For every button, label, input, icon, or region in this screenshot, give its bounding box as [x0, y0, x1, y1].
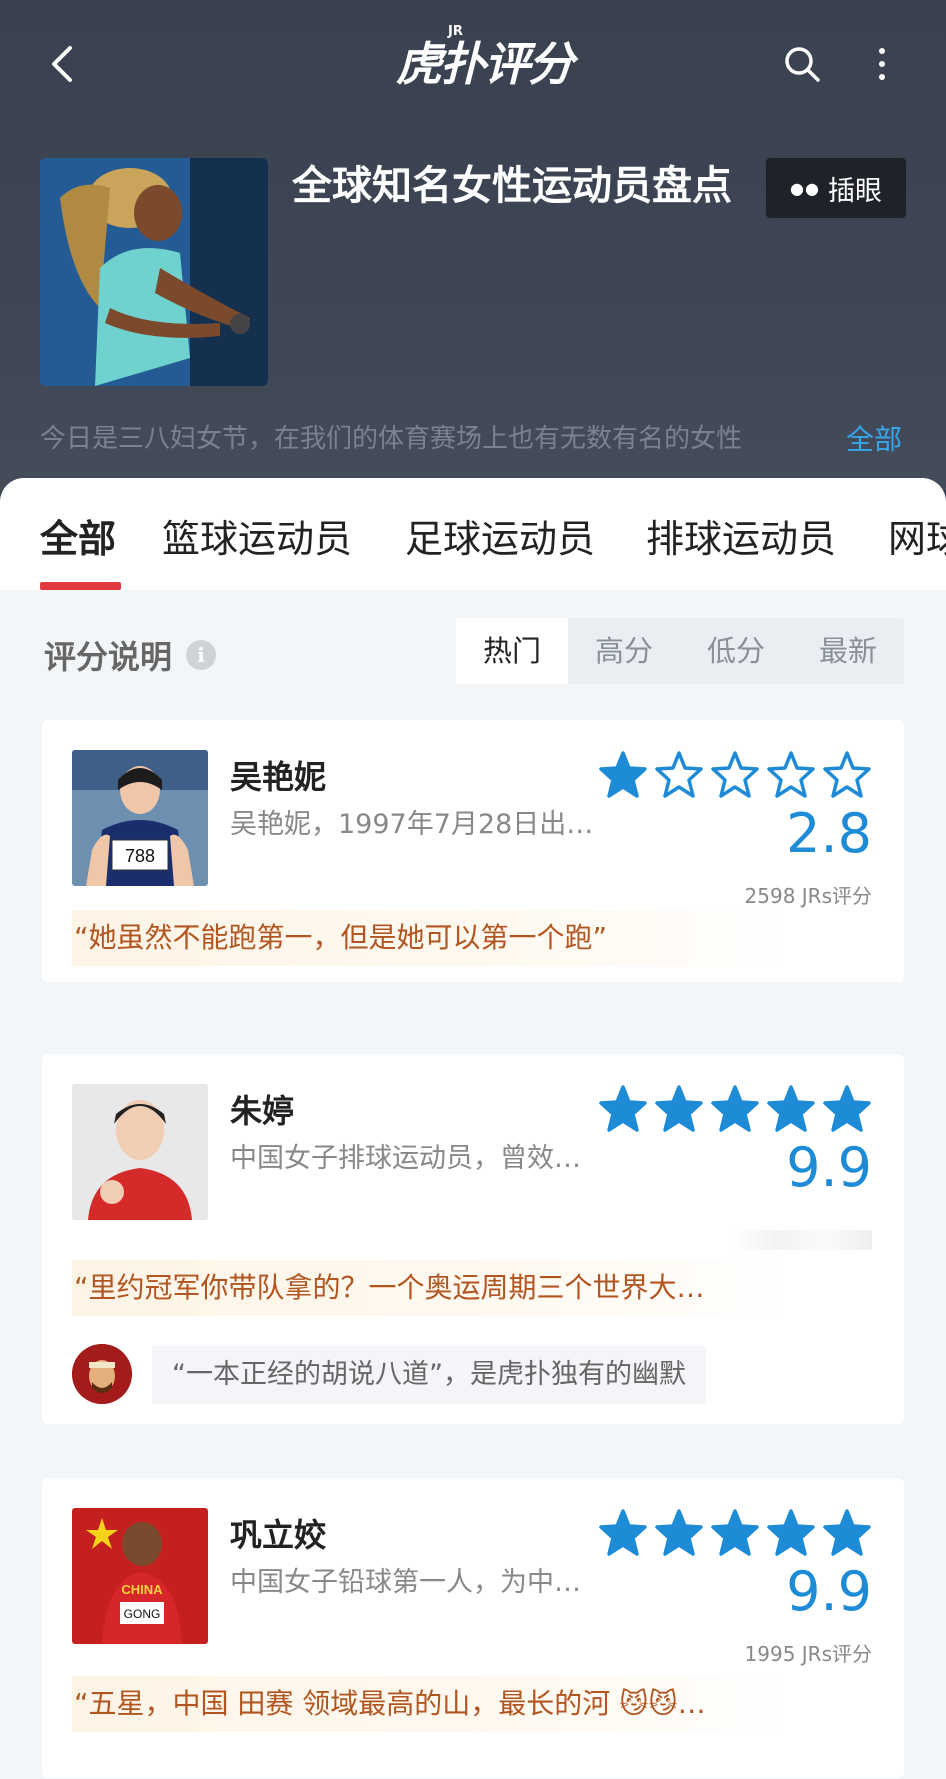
reply-comment[interactable]: “一本正经的胡说八道”，是虎扑独有的幽默	[152, 1346, 706, 1404]
rating-stars	[598, 1508, 872, 1558]
tab-basketball[interactable]: 篮球运动员	[162, 508, 352, 563]
sort-low[interactable]: 低分	[680, 618, 792, 684]
expand-intro-link[interactable]: 全部	[846, 418, 902, 458]
list-item[interactable]: 788 吴艳妮 吴艳妮，1997年7月28日出… 2.8 2598 JRs评分 …	[42, 720, 904, 982]
info-icon: i	[186, 640, 217, 670]
svg-text:788: 788	[125, 846, 155, 866]
star-filled-icon	[655, 1085, 703, 1132]
search-icon[interactable]	[782, 44, 822, 84]
rating-count-blurred	[732, 1230, 872, 1250]
topic-intro: 今日是三八妇女节，在我们的体育赛场上也有无数有名的女性	[40, 424, 743, 454]
rating-count: 1995 JRs评分	[744, 1642, 872, 1666]
athlete-desc: 中国女子排球运动员，曾效…	[230, 1143, 581, 1174]
star-empty-icon	[767, 751, 815, 798]
rating-stars	[598, 750, 872, 800]
app-logo: 虎扑评分 JR	[396, 24, 574, 91]
score: 2.8	[786, 802, 872, 865]
svg-text:CHINA: CHINA	[121, 1582, 163, 1597]
avatar: CHINA GONG	[72, 1508, 208, 1644]
sort-high[interactable]: 高分	[568, 618, 680, 684]
topic-header: 虎扑评分 JR 全球知名女性运动员盘点 ●● 插眼 今日是三八妇女节，在我们的体育…	[0, 0, 946, 490]
emoji-icon: 😼😼	[610, 1687, 678, 1720]
athlete-desc: 吴艳妮，1997年7月28日出…	[230, 809, 594, 840]
score: 9.9	[786, 1560, 872, 1623]
athlete-name: 吴艳妮	[230, 758, 327, 796]
star-filled-icon	[711, 1085, 759, 1132]
tab-football[interactable]: 足球运动员	[405, 508, 595, 563]
star-filled-icon	[823, 1509, 871, 1556]
back-arrow-icon[interactable]	[44, 42, 80, 86]
star-filled-icon	[599, 751, 647, 798]
star-filled-icon	[767, 1085, 815, 1132]
sort-new[interactable]: 最新	[792, 618, 904, 684]
top-comment[interactable]: “里约冠军你带队拿的？一个奥运周期三个世界大…	[72, 1260, 792, 1316]
svg-text:GONG: GONG	[124, 1607, 161, 1621]
topic-cover-image	[40, 158, 268, 386]
sort-hot[interactable]: 热门	[456, 618, 568, 684]
tab-all[interactable]: 全部	[40, 508, 116, 563]
top-comment[interactable]: “五星，中国 田赛 领域最高的山，最长的河 😼😼…	[72, 1676, 792, 1732]
active-tab-indicator	[40, 582, 121, 590]
athlete-name: 朱婷	[230, 1092, 295, 1130]
more-icon[interactable]	[870, 44, 894, 84]
avatar	[72, 1084, 208, 1220]
list-item[interactable]: CHINA GONG 巩立姣 中国女子铅球第一人，为中… 9.9 1995 JR…	[42, 1478, 904, 1778]
star-empty-icon	[711, 751, 759, 798]
star-empty-icon	[655, 751, 703, 798]
rating-stars	[598, 1084, 872, 1134]
star-filled-icon	[767, 1509, 815, 1556]
star-filled-icon	[599, 1085, 647, 1132]
athlete-name: 巩立姣	[230, 1516, 327, 1554]
rating-help[interactable]: 评分说明 i	[44, 632, 217, 678]
tab-tennis[interactable]: 网球	[888, 508, 946, 563]
star-filled-icon	[599, 1509, 647, 1556]
sort-row: 评分说明 i 热门 高分 低分 最新	[0, 618, 946, 698]
star-filled-icon	[711, 1509, 759, 1556]
top-comment[interactable]: “她虽然不能跑第一，但是她可以第一个跑”	[72, 910, 792, 966]
star-filled-icon	[655, 1509, 703, 1556]
star-empty-icon	[823, 751, 871, 798]
topic-title: 全球知名女性运动员盘点	[292, 163, 732, 209]
content-panel: 全部 篮球运动员 足球运动员 排球运动员 网球 评分说明 i 热门 高分 低分 …	[0, 478, 946, 1779]
list-item[interactable]: 朱婷 中国女子排球运动员，曾效… 9.9 “里约冠军你带队拿的？一个奥运周期三个…	[42, 1054, 904, 1424]
star-filled-icon	[823, 1085, 871, 1132]
sort-options: 热门 高分 低分 最新	[456, 618, 904, 684]
rating-count: 2598 JRs评分	[744, 884, 872, 908]
eyes-icon: ●●	[790, 178, 820, 198]
category-tabs: 全部 篮球运动员 足球运动员 排球运动员 网球	[0, 478, 946, 590]
avatar: 788	[72, 750, 208, 886]
athlete-desc: 中国女子铅球第一人，为中…	[230, 1567, 581, 1598]
score: 9.9	[786, 1136, 872, 1199]
reply-avatar	[72, 1344, 132, 1404]
tab-volleyball[interactable]: 排球运动员	[646, 508, 836, 563]
peek-button[interactable]: ●● 插眼	[766, 158, 906, 218]
